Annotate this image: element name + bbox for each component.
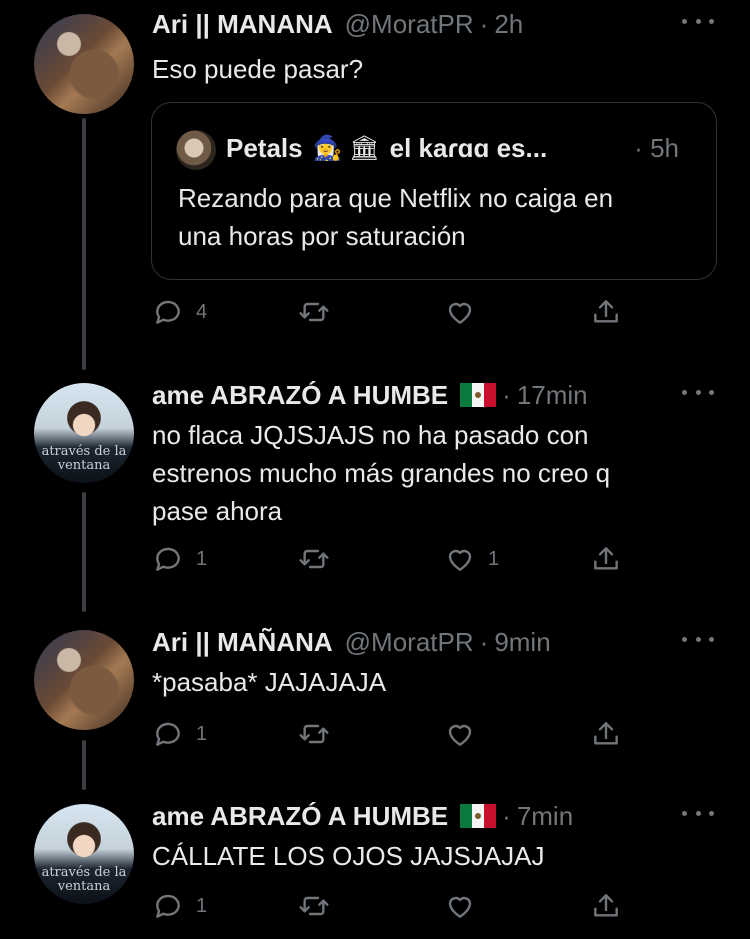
display-name[interactable]: Ari || MAÑANA <box>152 627 333 658</box>
share-icon <box>594 547 618 570</box>
separator: · <box>479 626 489 657</box>
retweet-icon <box>299 724 329 744</box>
handle[interactable]: @MoratPR <box>345 9 474 40</box>
share-button[interactable] <box>590 541 622 577</box>
retweet-icon <box>299 896 329 916</box>
share-icon <box>594 722 618 745</box>
reply-button[interactable]: 1 <box>152 888 207 924</box>
display-name[interactable]: ame ABRAZÓ A HUMBE <box>152 380 448 411</box>
tweet[interactable]: Ari || MANANA @MoratPR · 2h Eso puede pa… <box>0 4 750 344</box>
action-bar: 1 <box>152 888 632 924</box>
avatar[interactable] <box>34 630 134 730</box>
retweet-button[interactable] <box>298 888 330 924</box>
avatar-text: através de la ventana <box>41 444 127 473</box>
action-bar: 4 <box>152 294 632 330</box>
tweet-text: Eso puede pasar? <box>152 54 364 84</box>
quote-timestamp: · 5h <box>634 133 679 164</box>
quote-avatar <box>176 130 216 170</box>
reply-icon <box>156 894 180 918</box>
timestamp[interactable]: 17min <box>517 380 588 411</box>
more-icon[interactable] <box>682 387 714 397</box>
retweet-icon <box>299 549 329 569</box>
more-icon[interactable] <box>682 16 714 26</box>
retweet-button[interactable] <box>298 294 330 330</box>
avatar-text: através de la ventana <box>41 865 127 894</box>
tweet-header: Ari || MANANA @MoratPR · 2h <box>152 4 650 44</box>
separator: · <box>479 8 489 39</box>
reply-count: 1 <box>196 547 208 570</box>
share-button[interactable] <box>590 888 622 924</box>
avatar[interactable]: através de la ventana <box>34 804 134 904</box>
retweet-button[interactable] <box>298 716 330 752</box>
retweet-icon <box>299 302 329 322</box>
reply-icon <box>156 300 180 324</box>
like-button[interactable] <box>444 888 476 924</box>
reply-count: 1 <box>196 894 208 917</box>
action-bar: 1 1 <box>152 541 632 577</box>
tweet[interactable]: através de la ventana ame ABRAZÓ A HUMBE… <box>0 375 750 605</box>
like-button[interactable] <box>444 716 476 752</box>
quote-name-emoji: 🧙‍♀️ 🏛 <box>312 135 380 162</box>
retweet-button[interactable] <box>298 541 330 577</box>
more-icon[interactable] <box>682 808 714 818</box>
reply-count: 4 <box>196 300 208 323</box>
mexico-flag-icon <box>460 804 497 828</box>
separator: · <box>502 800 511 831</box>
share-button[interactable] <box>590 294 622 330</box>
display-name[interactable]: ame ABRAZÓ A HUMBE <box>152 801 448 832</box>
reply-button[interactable]: 1 <box>152 716 207 752</box>
quote-separator: · <box>634 133 643 163</box>
quote-display-name: Petals <box>226 133 303 163</box>
timestamp[interactable]: 7min <box>517 801 573 832</box>
display-name[interactable]: Ari || MANANA <box>152 9 333 40</box>
more-icon[interactable] <box>682 634 714 644</box>
share-button[interactable] <box>590 716 622 752</box>
tweet-text: CÁLLATE LOS OJOS JAJSJAJAJ <box>152 841 545 871</box>
tweet-header: ame ABRAZÓ A HUMBE · 17min <box>152 375 650 415</box>
timestamp[interactable]: 9min <box>494 627 550 658</box>
reply-button[interactable]: 1 <box>152 541 207 577</box>
share-icon <box>594 894 618 917</box>
tweet-text: *pasaba* JAJAJAJA <box>152 667 387 697</box>
quote-time: 5h <box>650 133 679 163</box>
like-icon <box>448 724 472 746</box>
like-button[interactable]: 1 <box>444 541 499 577</box>
tweet-text: no flaca JQJSJAJS no ha pasado con estre… <box>152 420 611 526</box>
separator: · <box>502 379 511 410</box>
like-icon <box>448 302 472 324</box>
avatar[interactable]: através de la ventana <box>34 383 134 483</box>
like-button[interactable] <box>444 294 476 330</box>
reply-icon <box>156 547 180 571</box>
tweet-header: Ari || MAÑANA @MoratPR · 9min <box>152 622 650 662</box>
quote-text: Rezando para que Netflix no caiga en una… <box>178 183 614 251</box>
handle[interactable]: @MoratPR <box>345 627 474 658</box>
quoted-tweet[interactable]: Petals 🧙‍♀️ 🏛 el kaɾɑɑ es... · 5h Rezand… <box>151 102 717 280</box>
mexico-flag-icon <box>460 383 497 407</box>
quote-name-continued: el kaɾɑɑ es... <box>389 133 548 163</box>
tweet[interactable]: Ari || MAÑANA @MoratPR · 9min *pasaba* J… <box>0 622 750 772</box>
share-icon <box>594 300 618 323</box>
reply-icon <box>156 722 180 746</box>
like-icon <box>448 896 472 918</box>
tweet[interactable]: através de la ventana ame ABRAZÓ A HUMBE… <box>0 796 750 939</box>
reply-count: 1 <box>196 722 208 745</box>
action-bar: 1 <box>152 716 632 752</box>
timestamp[interactable]: 2h <box>494 9 523 40</box>
avatar[interactable] <box>34 14 134 114</box>
tweet-header: ame ABRAZÓ A HUMBE · 7min <box>152 796 650 836</box>
quote-header: Petals 🧙‍♀️ 🏛 el kaɾɑɑ es... · 5h <box>226 133 679 164</box>
like-icon <box>448 549 472 571</box>
like-count: 1 <box>488 547 500 570</box>
reply-button[interactable]: 4 <box>152 294 207 330</box>
